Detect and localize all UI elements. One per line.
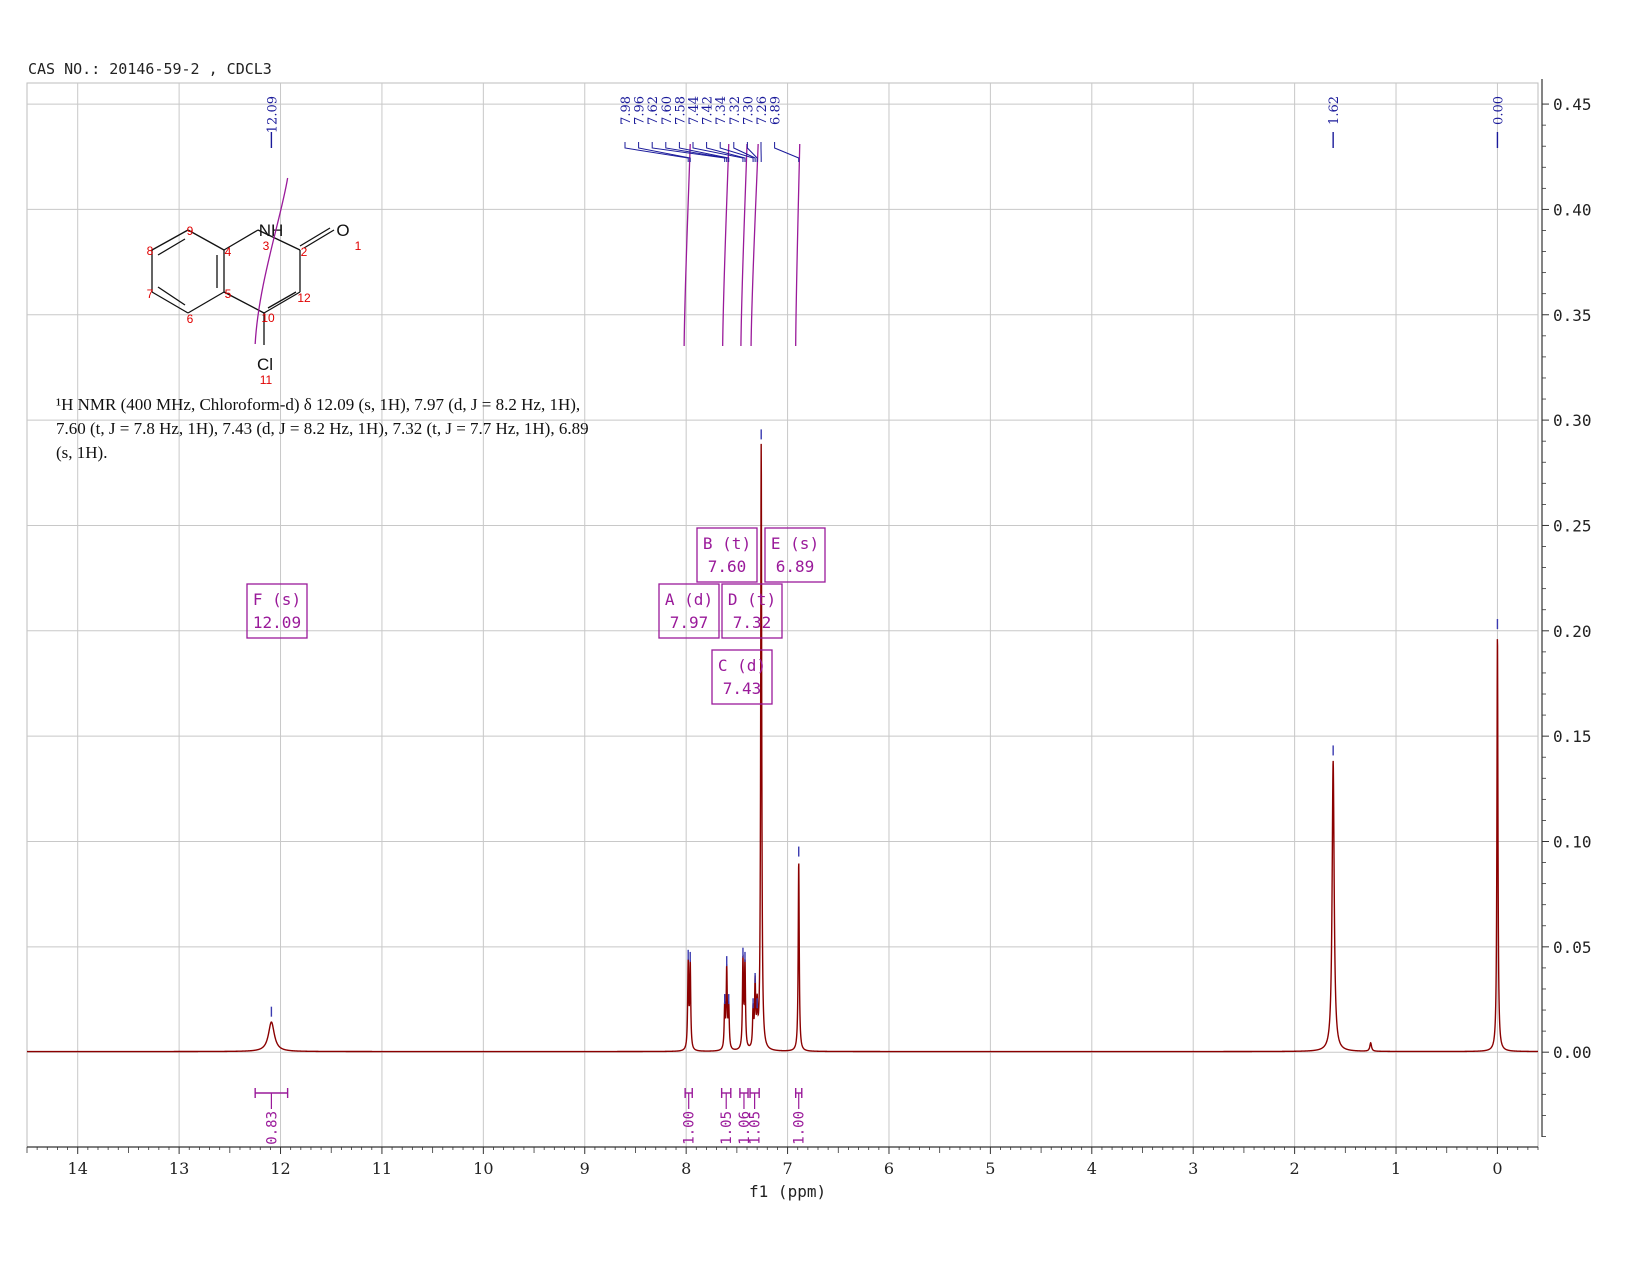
integrals: 0.83 1.00 1.05 1.061.05 1.00 [254,1088,808,1145]
integral: 0.83 [254,1088,289,1145]
x-tick-label: 3 [1188,1159,1198,1178]
peak-label-leader [665,142,728,162]
multiplet-shift: 7.32 [733,613,772,632]
description-line-1: ¹H NMR (400 MHz, Chloroform-d) δ 12.09 (… [56,395,581,414]
integral: 1.00 [682,1088,698,1145]
multiplet-shift: 6.89 [776,557,815,576]
y-tick-label: 0.35 [1553,306,1592,325]
x-tick-label: 1 [1391,1159,1401,1178]
x-tick-label: 6 [884,1159,894,1178]
y-tick-label: 0.40 [1553,200,1592,219]
x-axis-title: f1 (ppm) [749,1182,826,1201]
atom-number: 9 [187,224,194,238]
atom-cl: Cl [257,355,273,374]
peak-label-leader [774,142,800,162]
x-tick-label: 8 [681,1159,691,1178]
y-tick-label: 0.30 [1553,411,1592,430]
atom-number: 3 [263,239,270,253]
peak-label-leader [746,142,758,162]
nmr-description: ¹H NMR (400 MHz, Chloroform-d) δ 12.09 (… [56,393,646,465]
x-tick-label: 9 [580,1159,590,1178]
multiplet-name: D (t) [728,590,776,609]
peak-labels: 7.987.967.627.607.587.447.427.347.327.30… [265,96,1506,1017]
y-tick-label: 0.00 [1553,1043,1592,1062]
x-tick-label: 4 [1087,1159,1097,1178]
x-tick-label: 13 [169,1159,189,1178]
atom-number: 10 [261,311,275,325]
integral: 1.05 [719,1088,735,1145]
atom-number: 1 [355,239,362,253]
y-tick-label: 0.20 [1553,622,1592,641]
multiplet-box: E (s) 6.89 [764,527,826,583]
multiplet-name: F (s) [253,590,301,609]
integral-curve [683,143,691,347]
integral-value: 0.83 [264,1111,280,1145]
y-tick-label: 0.15 [1553,727,1592,746]
atom-o: O [336,221,349,240]
bond [263,291,301,314]
integral-value: 1.00 [682,1111,698,1145]
peak-label: 12.09 [265,96,280,133]
bond [187,229,225,251]
y-tick-label: 0.25 [1553,516,1592,535]
multiplet-box: D (t) 7.32 [721,583,783,639]
multiplet-shift: 7.97 [670,613,709,632]
y-tick-label: 0.10 [1553,832,1592,851]
x-tick-label: 0 [1492,1159,1502,1178]
integral-value: 1.00 [792,1111,808,1145]
multiplet-shift: 7.60 [708,557,747,576]
bond [157,286,186,306]
atom-number: 6 [187,312,194,326]
bond [303,229,335,249]
atom-number: 12 [297,291,311,305]
x-tick-label: 7 [782,1159,792,1178]
integral-curve [795,143,801,347]
multiplet-name: A (d) [665,590,713,609]
nmr-spectrum-chart: 14 13 12 11 10 9 8 7 6 5 4 3 2 1 0f1 (ppm)0.450.400.35… [26,79,1592,1201]
x-tick-label: 14 [68,1159,88,1178]
integral: 1.00 [792,1088,808,1145]
multiplet-box: F (s) 12.09 [246,583,308,639]
bond [157,238,186,256]
x-tick-label: 10 [473,1159,493,1178]
multiplet-shift: 7.43 [723,679,762,698]
bond [299,227,331,247]
x-tick-label: 11 [372,1159,392,1178]
atom-number: 4 [225,245,232,259]
bond [187,291,225,314]
x-tick-label: 5 [985,1159,995,1178]
multiplet-name: C (d) [718,656,766,675]
integral-curve [722,143,730,347]
multiplet-box: C (d) 7.43 [711,649,773,705]
multiplet-name: B (t) [703,534,751,553]
description-line-3: (s, 1H). [56,443,108,462]
integral-curve [750,143,759,347]
multiplet-name: E (s) [771,534,819,553]
atom-nh: NH [259,221,284,240]
atom-number: 11 [260,373,273,387]
integral-curves [254,143,801,347]
multiplet-box: A (d) 7.97 [658,583,720,639]
x-tick-label: 12 [270,1159,290,1178]
integral: 1.05 [748,1088,764,1145]
atom-number: 7 [147,287,154,301]
integral-value: 1.05 [719,1111,735,1145]
y-tick-label: 0.05 [1553,938,1592,957]
multiplet-shift: 12.09 [253,613,301,632]
multiplet-box: B (t) 7.60 [696,527,758,583]
peak-label: 0.00 [1491,96,1506,125]
y-tick-label: 0.45 [1553,95,1592,114]
integral-value: 1.05 [748,1111,764,1145]
atom-number: 8 [147,244,154,258]
multiplet-boxes: F (s) 12.09 B (t) 7.60 E (s) 6.89 A (d) 7.97 D (… [246,527,826,705]
bond [267,291,297,309]
description-line-2: 7.60 (t, J = 7.8 Hz, 1H), 7.43 (d, J = 8… [56,419,589,438]
integral-curve [740,143,748,347]
atom-number: 2 [301,245,308,259]
peak-label: 1.62 [1327,96,1342,125]
atom-number: 5 [225,287,232,301]
peak-label: 6.89 [769,96,784,125]
x-tick-label: 2 [1290,1159,1300,1178]
